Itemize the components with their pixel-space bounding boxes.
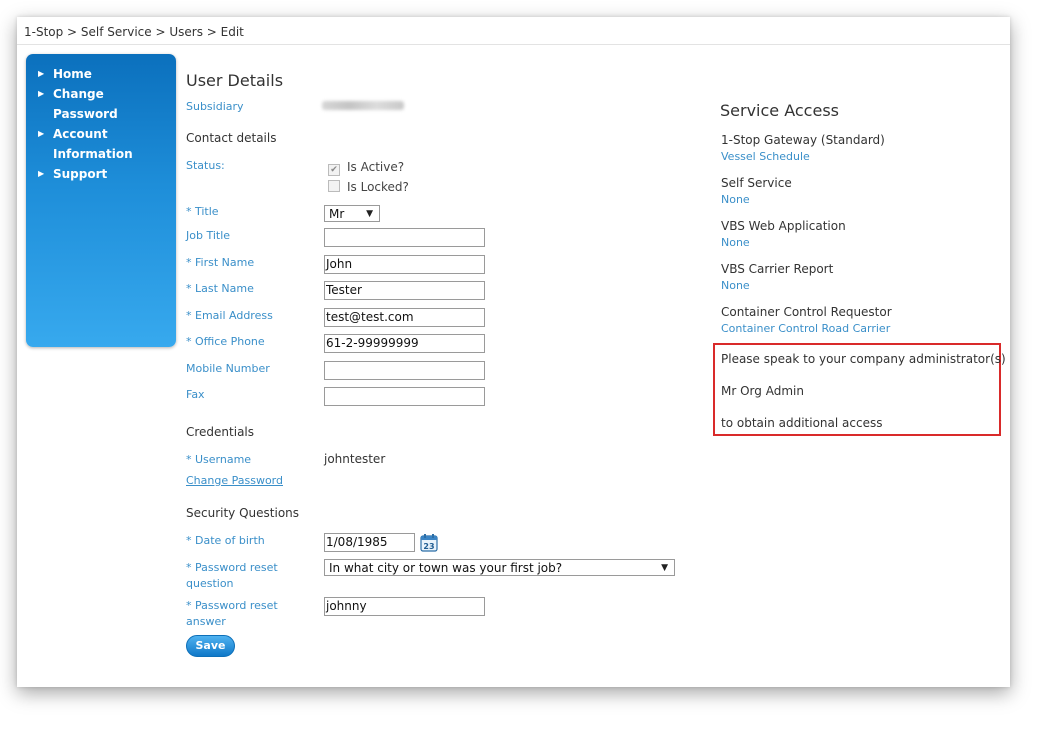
username-value: johntester (324, 452, 386, 466)
security-questions-heading: Security Questions (186, 506, 300, 520)
dropdown-arrow-icon: ▼ (366, 209, 373, 219)
service-name: VBS Web Application (721, 219, 846, 233)
title-select-value: Mr (329, 207, 345, 221)
is-active-row: ✔ Is Active? (328, 160, 404, 176)
triangle-right-icon: ▶ (38, 89, 45, 98)
breadcrumb: 1-Stop > Self Service > Users > Edit (24, 25, 244, 39)
reset-question-select-value: In what city or town was your first job? (329, 561, 563, 575)
username-label: * Username (186, 453, 252, 466)
credentials-heading: Credentials (186, 425, 255, 439)
is-locked-checkbox[interactable] (328, 180, 340, 192)
mobile-label: Mobile Number (186, 362, 270, 375)
sidebar-item-account-information[interactable]: ▶ Account Information (38, 124, 168, 164)
is-locked-row: Is Locked? (328, 180, 409, 194)
service-access-heading: Service Access (720, 101, 839, 120)
email-input[interactable]: test@test.com (324, 308, 485, 327)
triangle-right-icon: ▶ (38, 169, 45, 178)
sidebar-item-home[interactable]: ▶ Home (38, 64, 168, 84)
save-button[interactable]: Save (186, 635, 235, 657)
office-phone-label: * Office Phone (186, 335, 265, 348)
last-name-label: * Last Name (186, 282, 254, 295)
change-password-link[interactable]: Change Password (186, 474, 283, 487)
is-active-label: Is Active? (347, 160, 405, 174)
calendar-icon-day: 23 (423, 542, 434, 551)
page-frame: 1-Stop > Self Service > Users > Edit ▶ H… (17, 17, 1010, 687)
service-value: None (721, 193, 750, 206)
service-value: None (721, 236, 750, 249)
last-name-input[interactable]: Tester (324, 281, 485, 300)
status-label: Status: (186, 159, 225, 172)
service-value: Container Control Road Carrier (721, 322, 891, 335)
office-phone-input[interactable]: 61-2-99999999 (324, 334, 485, 353)
mobile-input[interactable] (324, 361, 485, 380)
admin-name: Mr Org Admin (721, 384, 804, 398)
first-name-label: * First Name (186, 256, 255, 269)
reset-question-select[interactable]: In what city or town was your first job?… (324, 559, 675, 576)
fax-label: Fax (186, 388, 205, 401)
reset-answer-label-line2: answer (186, 615, 226, 628)
job-title-label: Job Title (186, 229, 231, 242)
reset-answer-label-line1: * Password reset (186, 599, 278, 612)
dropdown-arrow-icon: ▼ (661, 563, 668, 573)
reset-answer-label: * Password reset answer (186, 598, 278, 630)
is-active-checkbox[interactable]: ✔ (328, 164, 340, 176)
fax-input[interactable] (324, 387, 485, 406)
reset-question-label: * Password reset question (186, 560, 278, 592)
subsidiary-value-redacted (322, 101, 404, 110)
service-name: VBS Carrier Report (721, 262, 834, 276)
page-title: User Details (186, 71, 284, 90)
job-title-input[interactable] (324, 228, 485, 247)
reset-question-label-line2: question (186, 577, 234, 590)
service-name: Container Control Requestor (721, 305, 892, 319)
triangle-right-icon: ▶ (38, 129, 45, 138)
is-locked-label: Is Locked? (347, 180, 409, 194)
contact-details-heading: Contact details (186, 131, 277, 145)
sidebar-item-change-password[interactable]: ▶ Change Password (38, 84, 168, 124)
calendar-icon[interactable]: 23 (420, 533, 438, 552)
title-label: * Title (186, 205, 219, 218)
sidebar-item-support[interactable]: ▶ Support (38, 164, 168, 184)
sidebar-item-label: Account Information (53, 127, 133, 161)
sidebar-item-label: Change Password (53, 87, 118, 121)
dob-label: * Date of birth (186, 534, 265, 547)
admin-note-footer: to obtain additional access (721, 416, 883, 430)
sidebar-item-label: Support (53, 167, 108, 181)
service-name: 1-Stop Gateway (Standard) (721, 133, 885, 147)
dob-input[interactable]: 1/08/1985 (324, 533, 415, 552)
first-name-input[interactable]: John (324, 255, 485, 274)
service-value: Vessel Schedule (721, 150, 810, 163)
triangle-right-icon: ▶ (38, 69, 45, 78)
breadcrumb-divider (17, 44, 1010, 45)
service-value: None (721, 279, 750, 292)
sidebar-nav: ▶ Home ▶ Change Password ▶ Account Infor… (26, 54, 176, 347)
subsidiary-label: Subsidiary (186, 100, 244, 113)
title-select[interactable]: Mr ▼ (324, 205, 380, 222)
service-name: Self Service (721, 176, 792, 190)
reset-question-label-line1: * Password reset (186, 561, 278, 574)
sidebar-item-label: Home (53, 67, 92, 81)
admin-note: Please speak to your company administrat… (721, 352, 1006, 366)
email-label: * Email Address (186, 309, 273, 322)
reset-answer-input[interactable]: johnny (324, 597, 485, 616)
